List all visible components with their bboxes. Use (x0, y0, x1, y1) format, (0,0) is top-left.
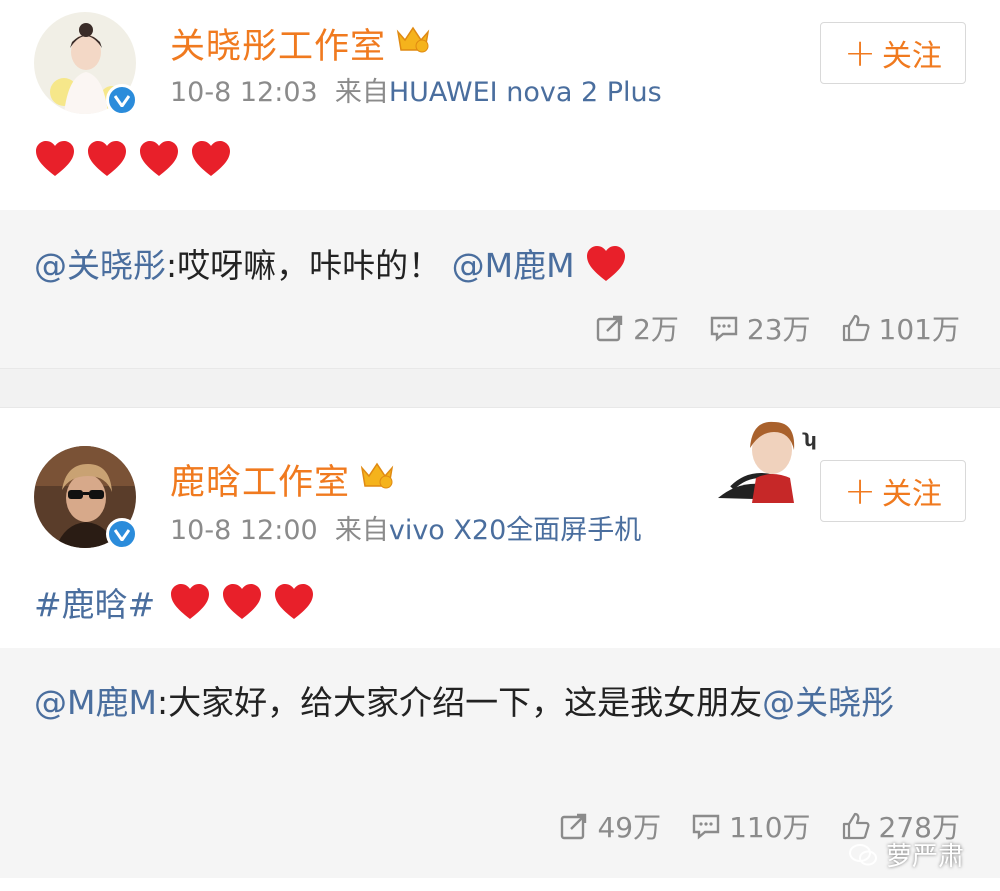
post-source[interactable]: HUAWEI nova 2 Plus (389, 77, 662, 108)
heart-icon (171, 584, 210, 619)
author-name[interactable]: 鹿晗工作室 (170, 454, 350, 505)
share-icon (561, 813, 587, 840)
source-prefix: 来自 (334, 77, 389, 108)
sticker-image: ʮ (718, 421, 816, 503)
post-header: 关晓彤工作室 10-8 12:03 来自HUAWEI nova 2 Plus +… (0, 0, 1000, 210)
verified-icon (106, 518, 138, 550)
plus-icon: + (844, 31, 876, 75)
wechat-icon (848, 843, 877, 865)
post-meta: 10-8 12:03 来自HUAWEI nova 2 Plus (170, 70, 662, 109)
heart-row (169, 583, 315, 621)
heart-icon (275, 584, 314, 619)
repost-text: @关晓彤:哎呀嘛，咔咔的！ @M鹿M (34, 240, 954, 292)
watermark: 萝严肃 (848, 836, 964, 873)
follow-label: 关注 (881, 39, 942, 74)
comment-count: 110万 (729, 811, 811, 844)
heart-icon (192, 141, 230, 176)
watermark-text: 萝严肃 (885, 842, 964, 872)
post-header: ʮ 鹿晗工作室 10-8 12:00 来自vivo X20全面屏手机 + 关注 … (0, 408, 1000, 648)
sticker-mark: ʮ (802, 430, 816, 451)
repost-body: :哎呀嘛，咔咔的！ (166, 246, 442, 285)
share-count: 2万 (633, 313, 679, 346)
repost-card[interactable]: @关晓彤:哎呀嘛，咔咔的！ @M鹿M 2万 23万 101万 (0, 210, 1000, 368)
verified-icon (106, 84, 138, 116)
weibo-post-1: 关晓彤工作室 10-8 12:03 来自HUAWEI nova 2 Plus +… (0, 0, 1000, 368)
avatar[interactable] (34, 446, 138, 550)
repost-text: @M鹿M:大家好，给大家介绍一下，这是我女朋友@关晓彤 (34, 676, 954, 730)
repost-mention[interactable]: @关晓彤 (34, 246, 166, 285)
post-stats: 2万 23万 101万 (595, 308, 960, 348)
like-count: 101万 (878, 313, 960, 346)
post-source[interactable]: vivo X20全面屏手机 (389, 515, 641, 546)
source-prefix: 来自 (334, 515, 389, 546)
post-meta: 10-8 12:00 来自vivo X20全面屏手机 (170, 508, 641, 547)
post-separator (0, 368, 1000, 408)
thumbs-up-icon (842, 314, 870, 342)
heart-icon (140, 141, 178, 176)
share-button[interactable]: 2万 (595, 308, 679, 348)
crown-icon (396, 26, 430, 53)
follow-button[interactable]: + 关注 (820, 460, 966, 522)
follow-label: 关注 (881, 477, 942, 512)
comment-count: 23万 (746, 313, 811, 346)
comment-button[interactable]: 23万 (709, 308, 811, 348)
crown-icon (360, 462, 394, 489)
repost-mention-2[interactable]: @关晓彤 (762, 683, 894, 722)
share-count: 49万 (597, 811, 662, 844)
repost-mention[interactable]: @M鹿M (34, 683, 157, 722)
heart-icon (587, 246, 626, 281)
plus-icon: + (844, 469, 876, 513)
share-icon (596, 315, 623, 342)
heart-row (34, 140, 232, 178)
like-button[interactable]: 101万 (841, 308, 960, 348)
comment-icon (692, 814, 720, 840)
repost-mention-2[interactable]: @M鹿M (452, 246, 575, 285)
repost-body: :大家好，给大家介绍一下，这是我女朋友 (156, 683, 763, 722)
post-content: #鹿晗# (34, 578, 315, 626)
post-time: 10-8 12:03 (170, 77, 318, 108)
weibo-post-2: ʮ 鹿晗工作室 10-8 12:00 来自vivo X20全面屏手机 + 关注 … (0, 408, 1000, 878)
comment-icon (710, 316, 738, 342)
author-name[interactable]: 关晓彤工作室 (170, 18, 386, 69)
hashtag-link[interactable]: #鹿晗# (34, 578, 155, 626)
post-time: 10-8 12:00 (170, 515, 318, 546)
heart-icon (88, 141, 126, 176)
comment-button[interactable]: 110万 (691, 806, 811, 846)
follow-button[interactable]: + 关注 (820, 22, 966, 84)
share-button[interactable]: 49万 (559, 806, 661, 846)
avatar[interactable] (34, 12, 138, 116)
heart-icon (223, 584, 262, 619)
heart-icon (36, 141, 74, 176)
